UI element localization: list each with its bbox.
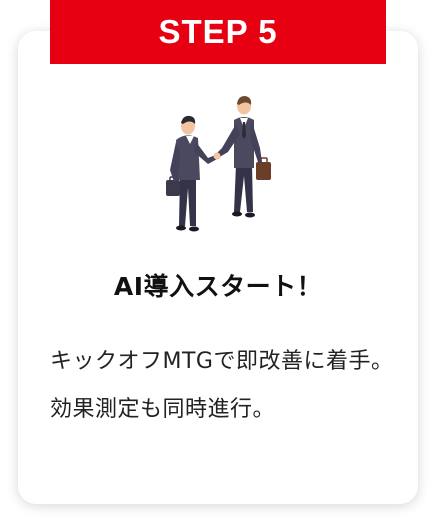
businessman-left-icon xyxy=(166,115,219,232)
step-label: STEP 5 xyxy=(158,13,278,50)
handshake-businessmen-illustration xyxy=(166,96,271,232)
step-section: STEP 5 AI導入スタート！ キックオフMTGで即改善に着手。効果測定も同時… xyxy=(0,0,436,528)
handshake-icon xyxy=(213,152,221,160)
step-banner: STEP 5 xyxy=(50,0,386,64)
businessman-right-icon xyxy=(216,96,271,218)
card-description: キックオフMTGで即改善に着手。効果測定も同時進行。 xyxy=(50,349,394,422)
card-title: AI導入スタート！ xyxy=(113,272,323,301)
